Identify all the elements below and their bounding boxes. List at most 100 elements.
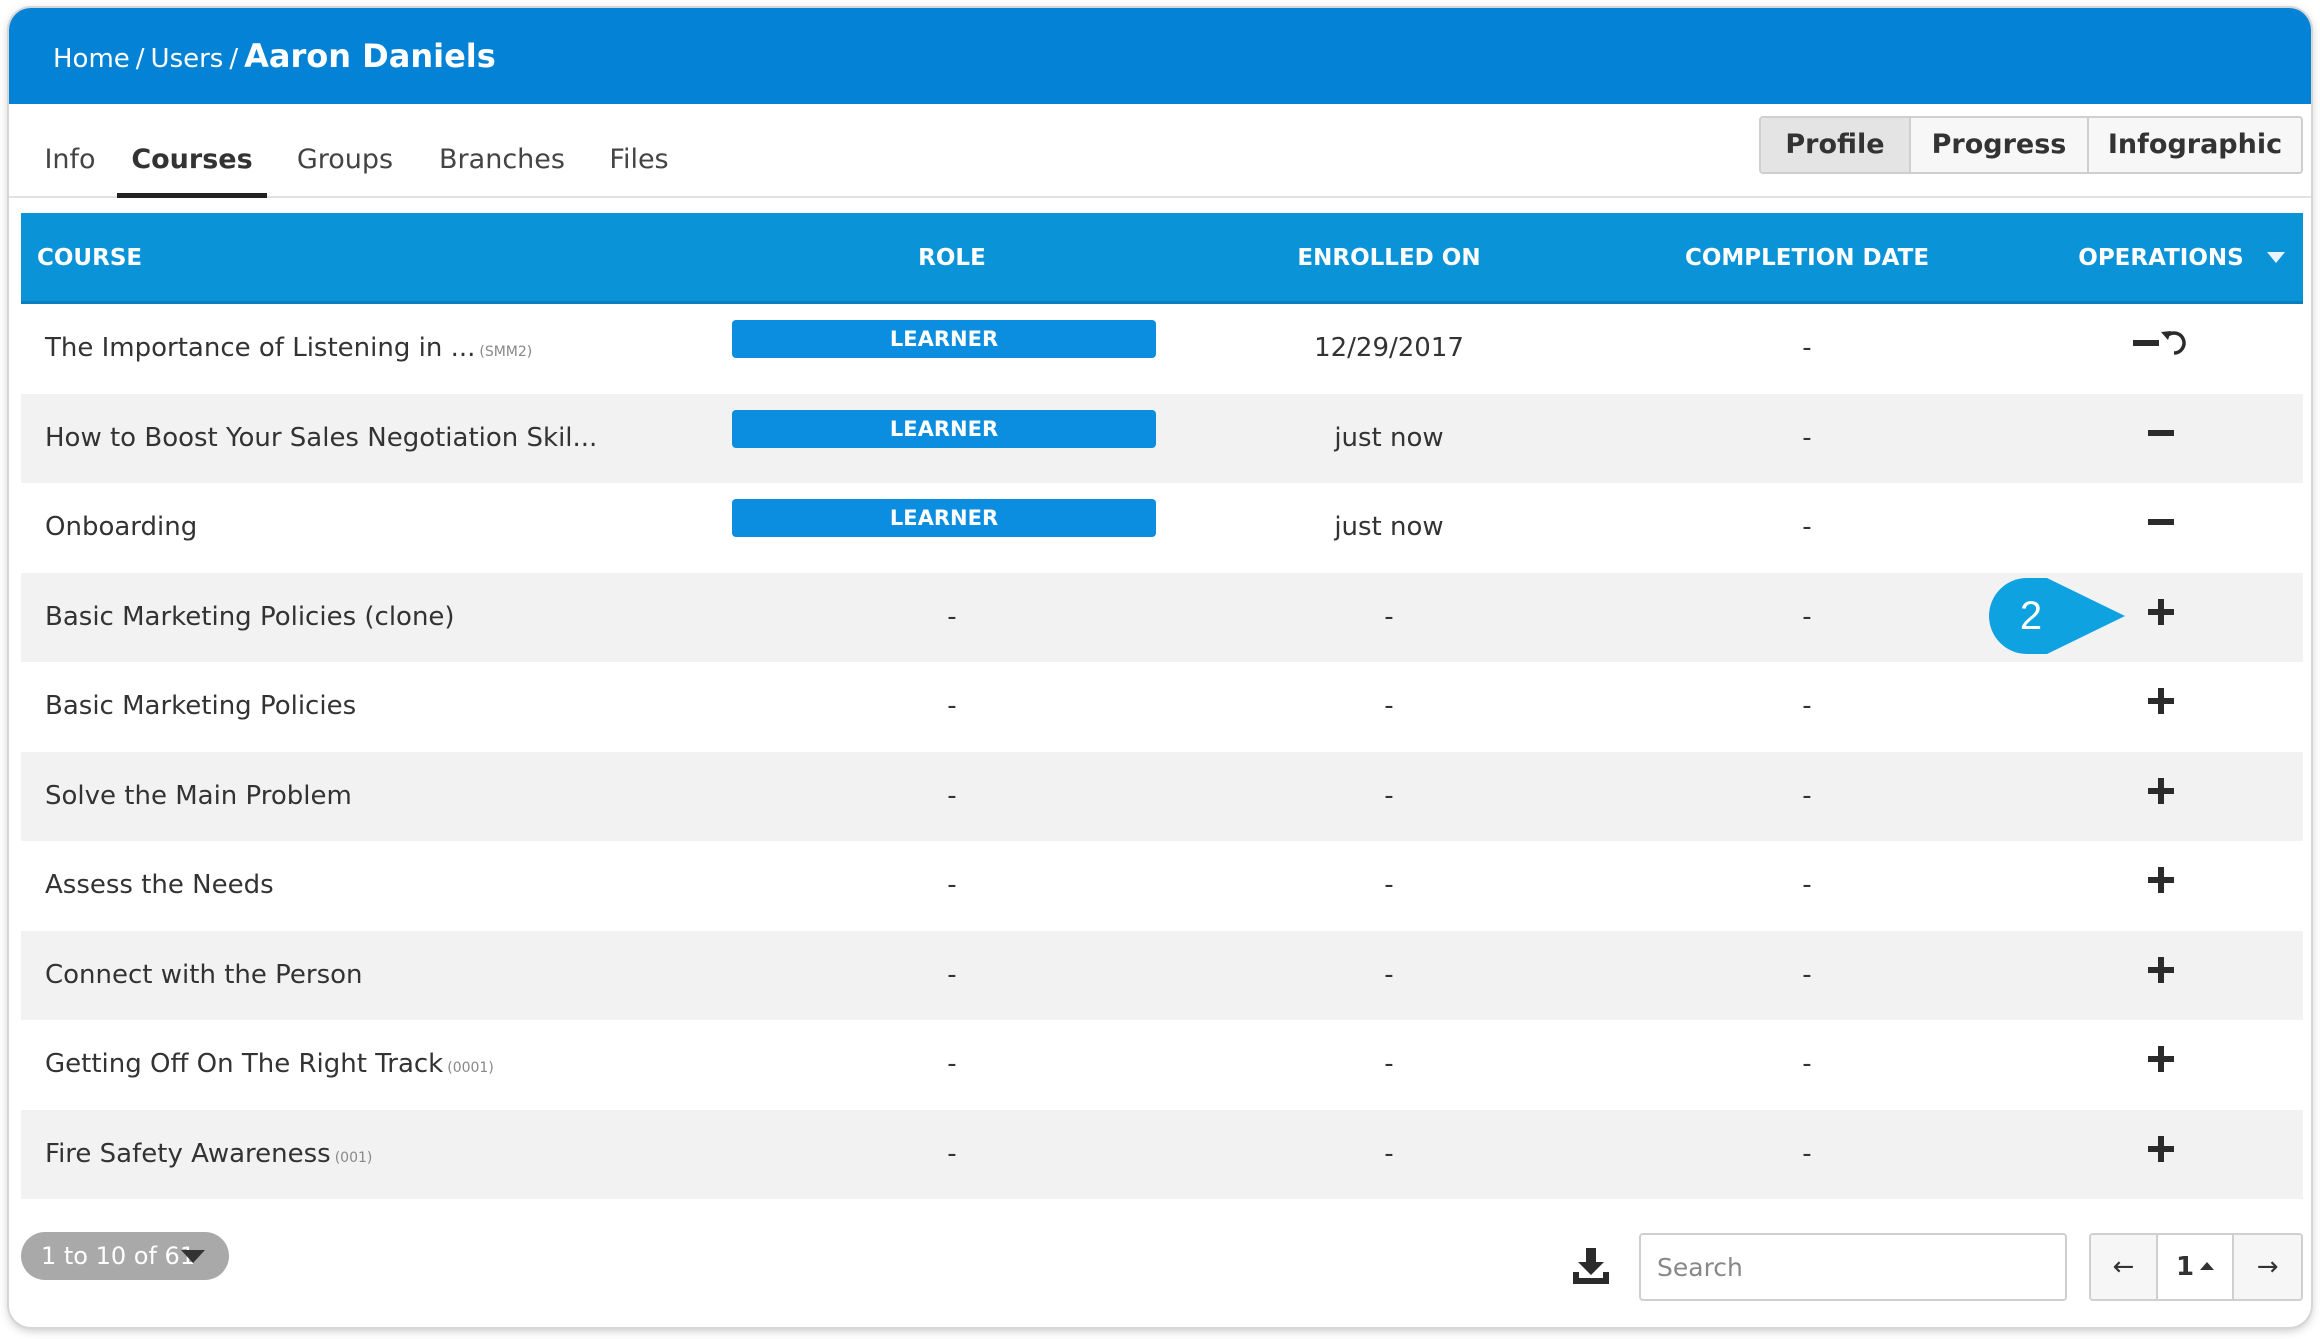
completion-date-cell: - <box>1802 1049 1812 1079</box>
course-name[interactable]: Basic Marketing Policies (clone) <box>45 602 455 632</box>
course-name[interactable]: Onboarding <box>45 512 197 542</box>
course-cell: Basic Marketing Policies <box>45 662 356 752</box>
tab-branches[interactable]: Branches <box>427 104 577 196</box>
operations-cell <box>2021 1110 2301 1200</box>
enrolled-on-cell: 12/29/2017 <box>1314 333 1464 363</box>
plus-icon[interactable] <box>2148 931 2174 1021</box>
table-row: Assess the Needs - - - <box>21 841 2303 931</box>
header-enrolled-on[interactable]: ENROLLED ON <box>1183 213 1595 301</box>
minus-icon[interactable] <box>2148 483 2174 573</box>
enrolled-on-cell: just now <box>1334 512 1444 542</box>
plus-icon[interactable] <box>2148 752 2174 842</box>
enrolled-on-cell: - <box>1384 1138 1394 1169</box>
table-row: Basic Marketing Policies - - - <box>21 662 2303 752</box>
course-name[interactable]: The Importance of Listening in ... <box>45 333 475 363</box>
tab-groups[interactable]: Groups <box>285 104 405 196</box>
course-name[interactable]: Connect with the Person <box>45 960 363 990</box>
role-cell: - <box>947 601 957 632</box>
minus-icon[interactable] <box>2148 394 2174 484</box>
header-completion-date[interactable]: COMPLETION DATE <box>1601 213 2013 301</box>
course-name[interactable]: Getting Off On The Right Track <box>45 1049 443 1079</box>
course-name[interactable]: Basic Marketing Policies <box>45 691 356 721</box>
infographic-button[interactable]: Infographic <box>2087 118 2301 172</box>
plus-icon[interactable] <box>2148 841 2174 931</box>
role-badge[interactable]: LEARNER <box>732 499 1156 537</box>
tab-files[interactable]: Files <box>599 104 679 196</box>
enrolled-on-cell: - <box>1384 601 1394 632</box>
tab-info[interactable]: Info <box>35 104 105 196</box>
course-cell: Fire Safety Awareness (001) <box>45 1110 372 1200</box>
table-body: The Importance of Listening in ... (SMM2)… <box>21 304 2303 1199</box>
minus-icon[interactable] <box>2133 304 2159 394</box>
role-cell: - <box>947 1049 957 1079</box>
table-row: Solve the Main Problem - - - <box>21 751 2303 842</box>
tab-courses[interactable]: Courses <box>117 104 267 198</box>
course-name[interactable]: How to Boost Your Sales Negotiation Skil… <box>45 423 597 453</box>
plus-icon[interactable] <box>2148 662 2174 752</box>
enrolled-on-cell: - <box>1384 870 1394 900</box>
table-row: Basic Marketing Policies (clone) - - - <box>21 572 2303 663</box>
role-cell: - <box>947 1138 957 1169</box>
profile-button[interactable]: Profile <box>1761 118 1909 172</box>
progress-button[interactable]: Progress <box>1909 118 2087 172</box>
courses-table: COURSE ROLE ENROLLED ON COMPLETION DATE … <box>21 213 2303 1199</box>
reset-icon[interactable] <box>2159 304 2189 394</box>
role-badge[interactable]: LEARNER <box>732 320 1156 358</box>
enrolled-on-cell: just now <box>1334 422 1444 453</box>
breadcrumb-current-user: Aaron Daniels <box>244 37 496 75</box>
top-bar: Home / Users / Aaron Daniels <box>9 8 2311 104</box>
breadcrumb-home[interactable]: Home <box>53 44 130 74</box>
operations-cell <box>2021 931 2301 1021</box>
course-cell: The Importance of Listening in ... (SMM2) <box>45 304 532 394</box>
course-cell: Solve the Main Problem <box>45 752 352 842</box>
completion-date-cell: - <box>1802 959 1812 990</box>
step-callout: 2 <box>1989 578 2125 654</box>
prev-page-button[interactable]: ← <box>2091 1235 2158 1299</box>
page-select[interactable]: 1 <box>2157 1235 2235 1299</box>
plus-icon[interactable] <box>2148 573 2174 663</box>
course-code: (0001) <box>447 1060 494 1076</box>
course-cell: Basic Marketing Policies (clone) <box>45 573 455 663</box>
course-name[interactable]: Fire Safety Awareness <box>45 1139 331 1169</box>
completion-date-cell: - <box>1802 1138 1812 1169</box>
role-cell: - <box>947 691 957 721</box>
course-cell: Connect with the Person <box>45 931 363 1021</box>
download-icon[interactable] <box>1571 1246 1611 1286</box>
plus-icon[interactable] <box>2148 1110 2174 1200</box>
enrolled-on-cell: - <box>1384 691 1394 721</box>
header-role[interactable]: ROLE <box>739 213 1165 301</box>
pagination-range: 1 to 10 of 61 <box>41 1242 196 1270</box>
header-operations: OPERATIONS <box>2078 245 2244 271</box>
operations-cell <box>2021 841 2301 931</box>
operations-cell <box>2021 752 2301 842</box>
view-toggle: Profile Progress Infographic <box>1759 116 2303 174</box>
role-cell: - <box>947 780 957 811</box>
table-row: Connect with the Person - - - <box>21 930 2303 1021</box>
course-name[interactable]: Assess the Needs <box>45 870 274 900</box>
column-menu-icon[interactable] <box>2267 252 2285 263</box>
role-cell: - <box>947 959 957 990</box>
next-page-button[interactable]: → <box>2234 1235 2301 1299</box>
course-name[interactable]: Solve the Main Problem <box>45 781 352 811</box>
plus-icon[interactable] <box>2148 1020 2174 1110</box>
breadcrumb: Home / Users / Aaron Daniels <box>53 8 496 104</box>
course-cell: How to Boost Your Sales Negotiation Skil… <box>45 394 597 484</box>
completion-date-cell: - <box>1802 422 1812 453</box>
role-cell: - <box>947 870 957 900</box>
table-row: Onboarding LEARNER just now - <box>21 483 2303 573</box>
completion-date-cell: - <box>1802 691 1812 721</box>
breadcrumb-users[interactable]: Users <box>151 44 224 74</box>
course-code: (001) <box>334 1149 373 1166</box>
pagination-range-dropdown[interactable]: 1 to 10 of 61 <box>21 1232 229 1280</box>
callout-number: 2 <box>2020 594 2042 638</box>
enrolled-on-cell: - <box>1384 959 1394 990</box>
enrolled-on-cell: - <box>1384 1049 1394 1079</box>
role-badge[interactable]: LEARNER <box>732 409 1156 448</box>
pagination: ← 1 → <box>2089 1233 2303 1301</box>
app-window: Home / Users / Aaron Daniels Info Courses Gr… <box>9 8 2311 1327</box>
search-input[interactable] <box>1639 1233 2067 1301</box>
caret-down-icon <box>181 1250 205 1263</box>
header-course[interactable]: COURSE <box>37 213 142 301</box>
operations-cell <box>2021 662 2301 752</box>
completion-date-cell: - <box>1802 333 1812 363</box>
